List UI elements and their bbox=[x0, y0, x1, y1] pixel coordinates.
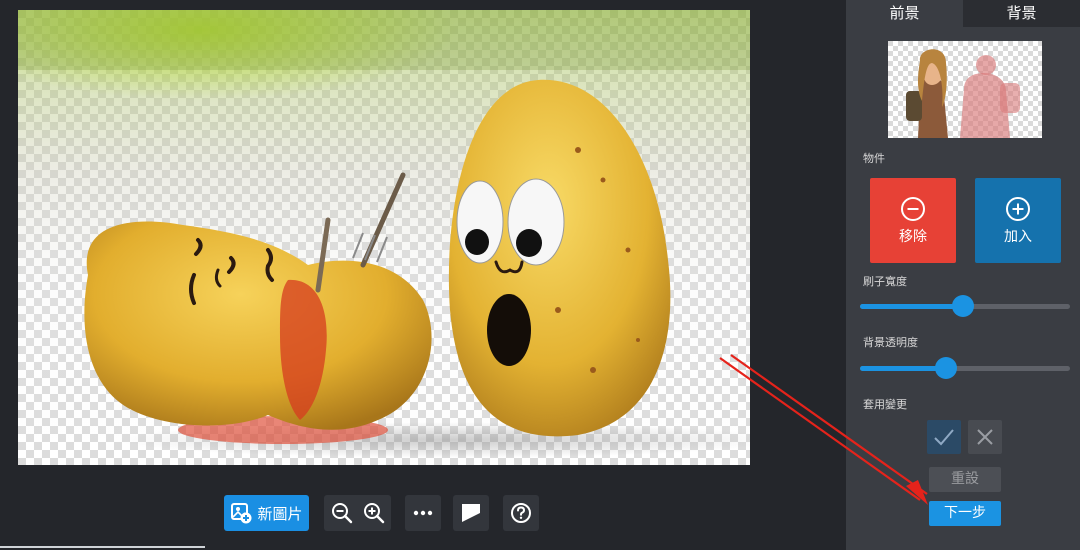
new-image-button[interactable]: 新圖片 bbox=[224, 495, 309, 531]
brush-width-slider[interactable] bbox=[860, 295, 1070, 317]
plus-circle-icon bbox=[1005, 196, 1031, 222]
split-view-icon bbox=[461, 503, 481, 523]
tab-foreground[interactable]: 前景 bbox=[846, 0, 963, 27]
bottom-divider bbox=[0, 546, 205, 548]
slider-fill bbox=[860, 304, 963, 309]
add-label: 加入 bbox=[1004, 228, 1032, 245]
preview-thumbnail bbox=[906, 49, 1020, 138]
help-button[interactable] bbox=[503, 495, 539, 531]
reset-button[interactable]: 重設 bbox=[929, 467, 1001, 492]
potato-photo bbox=[18, 10, 750, 465]
background-opacity-label: 背景透明度 bbox=[863, 336, 918, 349]
close-icon bbox=[975, 427, 995, 447]
remove-label: 移除 bbox=[899, 228, 927, 245]
image-canvas[interactable] bbox=[18, 10, 750, 465]
brush-width-label: 刷子寬度 bbox=[863, 275, 907, 288]
remove-button[interactable]: 移除 bbox=[870, 178, 956, 263]
canvas-area: 新圖片 bbox=[0, 0, 846, 548]
add-image-icon bbox=[230, 502, 252, 524]
zoom-out-icon[interactable] bbox=[331, 502, 353, 524]
slider-thumb[interactable] bbox=[951, 295, 974, 317]
tab-bar: 前景 背景 bbox=[846, 0, 1080, 27]
foreground-preview bbox=[888, 41, 1042, 138]
more-dots-icon bbox=[413, 510, 433, 516]
object-section-label: 物件 bbox=[863, 152, 885, 165]
zoom-controls bbox=[324, 495, 391, 531]
next-step-button[interactable]: 下一步 bbox=[929, 501, 1001, 526]
slider-thumb[interactable] bbox=[935, 357, 958, 379]
new-image-label: 新圖片 bbox=[257, 504, 303, 523]
slider-fill bbox=[860, 366, 947, 371]
zoom-in-icon[interactable] bbox=[363, 502, 385, 524]
tab-background[interactable]: 背景 bbox=[963, 0, 1080, 27]
edit-panel: 前景 背景 物件 移除 加入 刷子寬度 背景透明度 套用變更 重設 下一步 bbox=[846, 0, 1080, 550]
minus-circle-icon bbox=[900, 196, 926, 222]
help-icon bbox=[510, 502, 532, 524]
apply-button[interactable] bbox=[927, 420, 961, 454]
compare-button[interactable] bbox=[453, 495, 489, 531]
check-icon bbox=[932, 425, 956, 449]
apply-changes-label: 套用變更 bbox=[863, 398, 907, 411]
cancel-button[interactable] bbox=[968, 420, 1002, 454]
background-opacity-slider[interactable] bbox=[860, 357, 1070, 379]
add-button[interactable]: 加入 bbox=[975, 178, 1061, 263]
more-options-button[interactable] bbox=[405, 495, 441, 531]
